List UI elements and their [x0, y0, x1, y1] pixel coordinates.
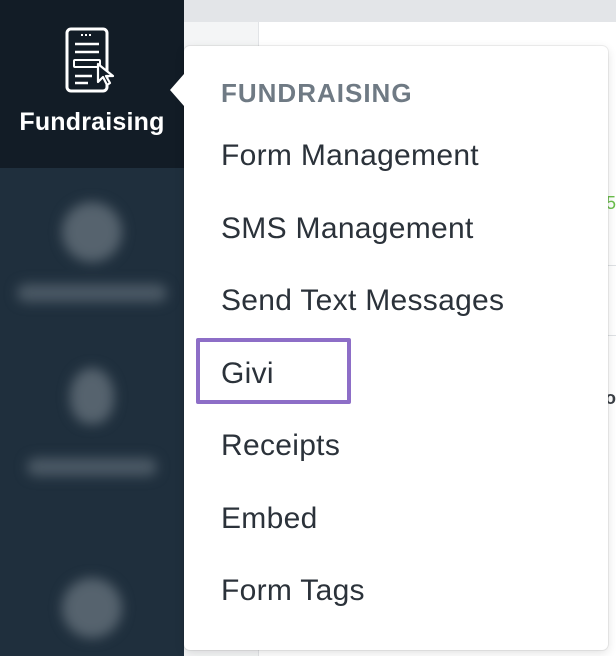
menu-item-givi[interactable]: Givi — [221, 357, 274, 391]
content-top-bar — [184, 0, 616, 22]
sidebar-item-blurred[interactable] — [0, 368, 184, 476]
sidebar: Fundraising — [0, 0, 184, 656]
menu-heading: FUNDRAISING — [221, 78, 413, 108]
form-document-icon — [62, 26, 122, 96]
menu-item-send-text-messages[interactable]: Send Text Messages — [221, 284, 504, 318]
menu-item-form-management[interactable]: Form Management — [221, 139, 479, 173]
menu-item-form-tags[interactable]: Form Tags — [221, 574, 365, 608]
sidebar-item-blurred[interactable] — [0, 578, 184, 638]
menu-item-embed[interactable]: Embed — [221, 502, 318, 536]
sidebar-item-blurred[interactable] — [0, 202, 184, 302]
fundraising-dropdown-menu: FUNDRAISING Form Management SMS Manageme… — [170, 46, 608, 650]
sidebar-item-fundraising[interactable]: Fundraising — [0, 0, 184, 168]
menu-item-receipts[interactable]: Receipts — [221, 429, 340, 463]
menu-item-sms-management[interactable]: SMS Management — [221, 212, 474, 246]
sidebar-item-label: Fundraising — [19, 108, 165, 136]
menu-pointer-arrow — [170, 74, 184, 106]
